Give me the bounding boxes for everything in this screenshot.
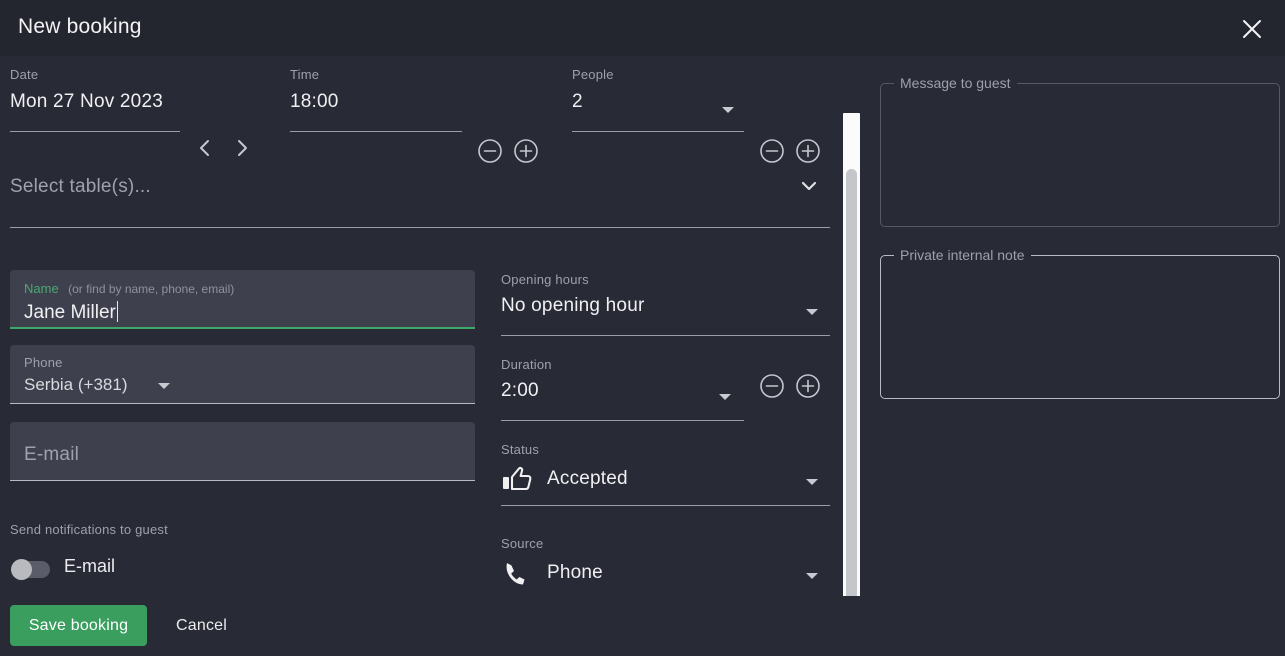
time-decrement-button[interactable] xyxy=(477,138,503,164)
name-label: Name xyxy=(24,281,59,296)
email-field[interactable]: E-mail xyxy=(10,422,475,481)
source-label: Source xyxy=(501,536,544,551)
notifications-heading: Send notifications to guest xyxy=(10,522,168,537)
name-value: Jane Miller xyxy=(24,302,116,323)
date-label: Date xyxy=(10,67,39,82)
time-label: Time xyxy=(290,67,320,82)
select-tables-field[interactable]: Select table(s)... xyxy=(10,171,830,231)
chevron-down-icon[interactable] xyxy=(800,179,818,198)
opening-hours-label: Opening hours xyxy=(501,272,589,287)
message-to-guest-fieldset: Message to guest xyxy=(880,75,1280,227)
caret-down-icon[interactable] xyxy=(806,479,818,485)
dialog-title: New booking xyxy=(18,15,142,38)
date-underline xyxy=(10,131,180,132)
status-value: Accepted xyxy=(547,468,628,489)
duration-increment-button[interactable] xyxy=(795,373,821,399)
chevron-right-icon[interactable] xyxy=(233,138,251,163)
name-hint: (or find by name, phone, email) xyxy=(68,282,235,296)
people-label: People xyxy=(572,67,614,82)
people-value: 2 xyxy=(572,91,583,112)
caret-down-icon[interactable] xyxy=(722,107,734,113)
duration-decrement-button[interactable] xyxy=(759,373,785,399)
private-note-fieldset: Private internal note xyxy=(880,247,1280,399)
status-label: Status xyxy=(501,442,540,457)
booking-form-pane: Date Mon 27 Nov 2023 Time 18:00 People 2… xyxy=(0,56,840,596)
new-booking-dialog: New booking Date Mon 27 Nov 2023 Time 18… xyxy=(0,0,1285,656)
dialog-header: New booking xyxy=(0,0,1285,56)
thumbs-up-icon xyxy=(501,466,533,499)
text-caret xyxy=(116,301,118,322)
email-placeholder: E-mail xyxy=(24,444,80,465)
people-increment-button[interactable] xyxy=(795,138,821,164)
caret-down-icon[interactable] xyxy=(158,383,170,389)
status-field[interactable]: Status Accepted xyxy=(501,442,830,506)
notes-pane: Message to guest Private internal note xyxy=(866,56,1285,596)
select-tables-placeholder: Select table(s)... xyxy=(10,176,151,197)
opening-hours-underline xyxy=(501,335,830,336)
caret-down-icon[interactable] xyxy=(719,394,731,400)
time-field[interactable]: Time 18:00 xyxy=(290,67,462,132)
caret-down-icon[interactable] xyxy=(806,573,818,579)
opening-hours-value: No opening hour xyxy=(501,295,645,316)
time-value: 18:00 xyxy=(290,91,339,112)
private-note-textarea[interactable] xyxy=(881,256,1279,398)
cancel-button[interactable]: Cancel xyxy=(160,605,243,646)
duration-field[interactable]: Duration 2:00 xyxy=(501,357,744,421)
phone-label: Phone xyxy=(24,355,63,370)
duration-underline xyxy=(501,420,744,421)
duration-value: 2:00 xyxy=(501,380,539,401)
close-icon[interactable] xyxy=(1235,12,1269,46)
message-to-guest-textarea[interactable] xyxy=(881,84,1279,226)
source-field[interactable]: Source Phone xyxy=(501,536,830,585)
opening-hours-field[interactable]: Opening hours No opening hour xyxy=(501,272,830,336)
toggle-knob xyxy=(11,559,32,580)
caret-down-icon[interactable] xyxy=(806,309,818,315)
phone-country-value: Serbia (+381) xyxy=(24,375,128,394)
name-field[interactable]: Name (or find by name, phone, email) Jan… xyxy=(10,270,475,329)
email-notification-label: E-mail xyxy=(64,556,116,576)
time-increment-button[interactable] xyxy=(513,138,539,164)
date-field[interactable]: Date Mon 27 Nov 2023 xyxy=(10,67,180,132)
duration-label: Duration xyxy=(501,357,552,372)
phone-underline xyxy=(10,403,475,404)
people-field[interactable]: People 2 xyxy=(572,67,744,132)
chevron-left-icon[interactable] xyxy=(196,138,214,163)
dialog-body: Date Mon 27 Nov 2023 Time 18:00 People 2… xyxy=(0,56,1285,649)
save-booking-button[interactable]: Save booking xyxy=(10,605,147,646)
source-value: Phone xyxy=(547,562,603,583)
dialog-footer: Save booking Cancel xyxy=(0,596,1285,656)
status-underline xyxy=(501,505,830,506)
email-underline xyxy=(10,480,475,481)
scrollbar-thumb[interactable] xyxy=(846,169,857,621)
phone-icon xyxy=(502,560,532,593)
form-scrollbar[interactable] xyxy=(843,113,860,649)
phone-field[interactable]: Phone Serbia (+381) xyxy=(10,345,475,404)
email-notification-toggle[interactable] xyxy=(11,559,50,580)
select-tables-underline xyxy=(10,227,830,228)
time-underline xyxy=(290,131,462,132)
name-underline xyxy=(10,327,475,329)
date-value: Mon 27 Nov 2023 xyxy=(10,91,163,112)
people-underline xyxy=(572,131,744,132)
people-decrement-button[interactable] xyxy=(759,138,785,164)
